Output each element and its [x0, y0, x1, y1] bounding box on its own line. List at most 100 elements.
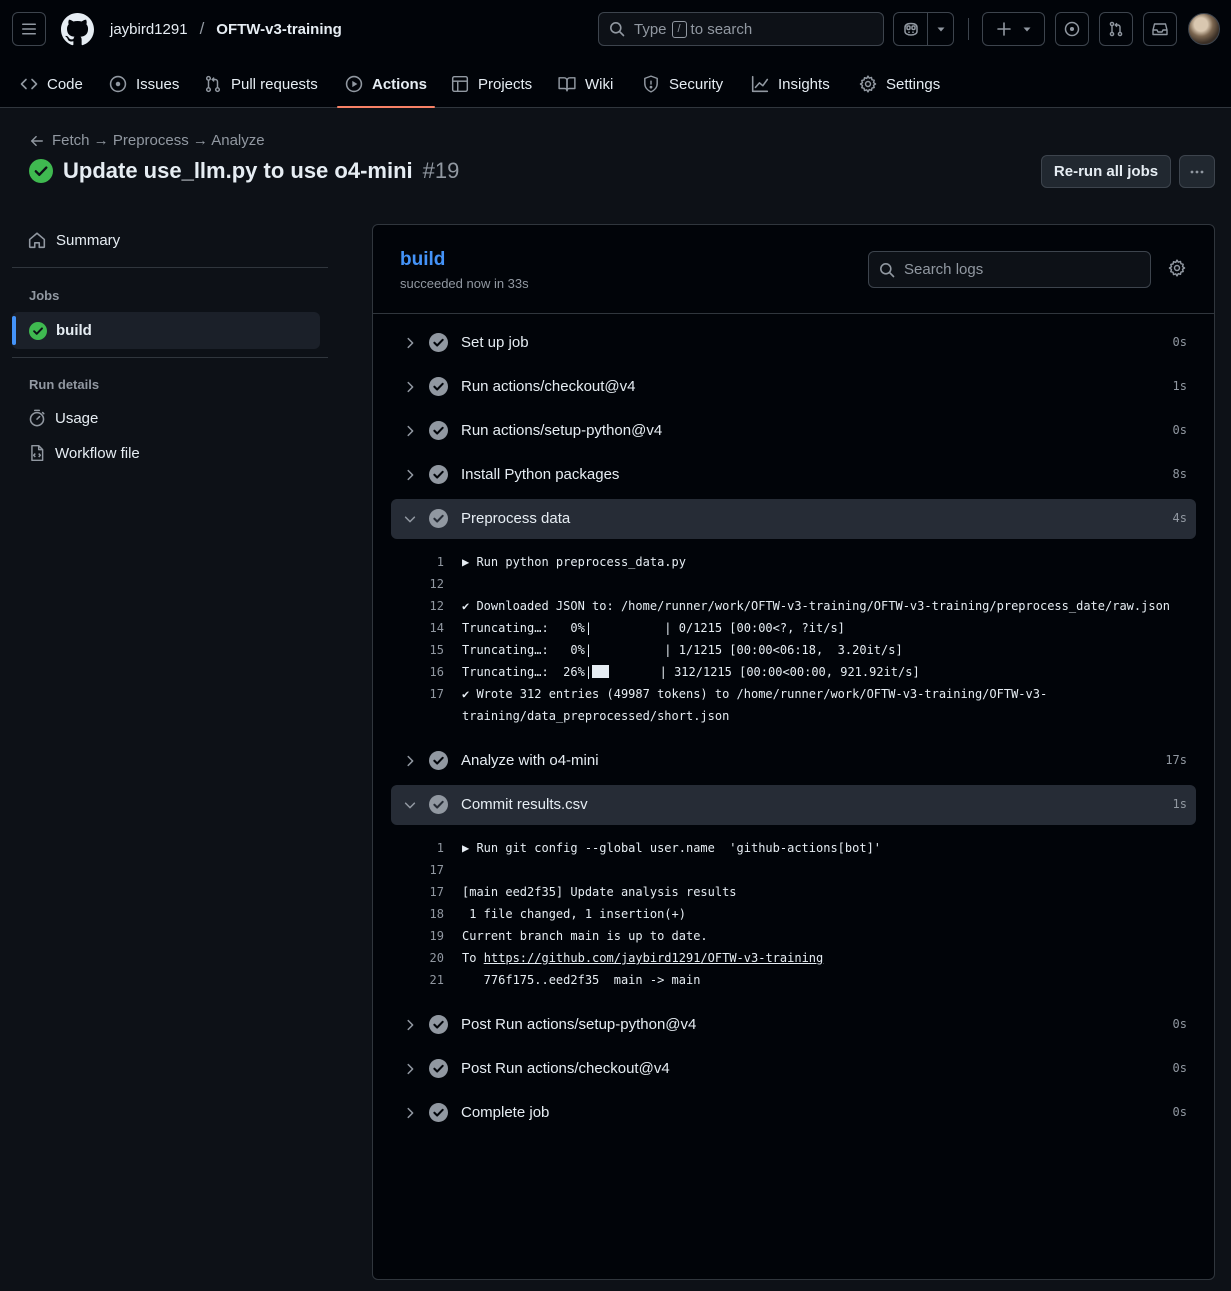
log-text: Truncating…: 0%| | 1/1215 [00:00<06:18, … — [462, 643, 903, 657]
search-icon — [610, 22, 625, 37]
run-details-heading: Run details — [29, 377, 100, 392]
tab-actions[interactable]: Actions — [337, 60, 436, 108]
workflow-back-link[interactable]: Fetch → Preprocess → Analyze — [30, 132, 265, 149]
tab-wiki[interactable]: Wiki — [550, 60, 621, 108]
step-duration: 0s — [1172, 1061, 1187, 1075]
log-settings-button[interactable] — [1168, 259, 1186, 277]
step-label: Analyze with o4-mini — [461, 752, 599, 769]
log-line[interactable]: 1 ▶ Run git config --global user.name 'gi… — [391, 837, 1196, 859]
step-label: Install Python packages — [461, 466, 620, 483]
search-logs-input[interactable]: Search logs — [868, 251, 1151, 288]
log-line: 15 Truncating…: 0%| | 1/1215 [00:00<06:18… — [391, 639, 1196, 661]
tab-code[interactable]: Code — [12, 60, 91, 108]
rerun-all-jobs-button[interactable]: Re-run all jobs — [1041, 155, 1171, 188]
repo-owner-link[interactable]: jaybird1291 — [110, 21, 188, 38]
line-number: 17 — [429, 687, 444, 701]
line-number: 12 — [429, 577, 444, 591]
gear-icon — [859, 75, 877, 93]
copilot-button[interactable] — [894, 13, 929, 45]
chevron-right-icon — [407, 1019, 414, 1031]
tab-issues[interactable]: Issues — [101, 60, 187, 108]
global-search[interactable]: Type / to search — [598, 12, 884, 46]
tab-projects[interactable]: Projects — [443, 60, 540, 108]
sidebar-summary-link[interactable]: Summary — [28, 231, 120, 249]
log-line: training/data_preprocessed/short.json — [391, 705, 1196, 727]
copilot-dropdown-button[interactable] — [928, 13, 953, 45]
log-line: 12 — [391, 573, 1196, 595]
search-prefix: Type — [634, 20, 667, 38]
step-complete-job[interactable]: Complete job 0s — [391, 1093, 1196, 1133]
step-duration: 0s — [1172, 423, 1187, 437]
repo-nav-tabs: Code Issues Pull requests Actions Projec… — [0, 60, 1231, 108]
chevron-right-icon — [407, 1107, 414, 1119]
sidebar-divider — [12, 357, 328, 358]
menu-button[interactable] — [12, 12, 46, 46]
tab-pull-requests[interactable]: Pull requests — [196, 60, 326, 108]
chevron-right-icon — [407, 755, 414, 767]
chevron-right-icon — [407, 381, 414, 393]
issue-opened-icon — [109, 75, 127, 93]
create-new-button[interactable] — [982, 12, 1045, 46]
log-text: Current branch main is up to date. — [462, 929, 708, 943]
search-shortcut-key: / — [671, 20, 687, 38]
user-avatar[interactable] — [1188, 13, 1220, 45]
path-separator: / — [199, 19, 205, 38]
file-code-icon — [31, 444, 44, 462]
line-number: 17 — [429, 863, 444, 877]
log-text: ✔ Downloaded JSON to: /home/runner/work/… — [462, 599, 1171, 613]
your-pull-requests-button[interactable] — [1099, 12, 1133, 46]
your-issues-button[interactable] — [1055, 12, 1089, 46]
check-circle-fill-icon — [429, 333, 448, 352]
plus-icon — [996, 22, 1011, 36]
log-line: 18 1 file changed, 1 insertion(+) — [391, 903, 1196, 925]
chevron-down-icon — [404, 516, 416, 523]
step-duration: 8s — [1172, 467, 1187, 481]
github-logo-icon[interactable] — [61, 13, 94, 46]
log-line: 19 Current branch main is up to date. — [391, 925, 1196, 947]
stopwatch-icon — [29, 409, 45, 427]
step-commit-results[interactable]: Commit results.csv 1s — [391, 785, 1196, 825]
search-suffix: to search — [690, 20, 753, 38]
repo-name-link[interactable]: OFTW-v3-training — [216, 21, 342, 38]
log-text: training/data_preprocessed/short.json — [462, 709, 730, 723]
table-icon — [451, 75, 469, 93]
line-number: 18 — [429, 907, 444, 921]
step-setup-python[interactable]: Run actions/setup-python@v4 0s — [391, 411, 1196, 451]
step-duration: 1s — [1172, 379, 1187, 393]
hamburger-icon — [22, 23, 36, 35]
step-checkout[interactable]: Run actions/checkout@v4 1s — [391, 367, 1196, 407]
workflow-name: Fetch → Preprocess → Analyze — [52, 132, 265, 149]
tab-insights[interactable]: Insights — [743, 60, 838, 108]
step-install-packages[interactable]: Install Python packages 8s — [391, 455, 1196, 495]
step-duration: 0s — [1172, 1017, 1187, 1031]
log-line: 21 776f175..eed2f35 main -> main — [391, 969, 1196, 991]
git-pull-request-icon — [1109, 21, 1123, 37]
sidebar-divider — [12, 267, 328, 268]
check-circle-fill-icon — [429, 377, 448, 396]
step-post-setup-python[interactable]: Post Run actions/setup-python@v4 0s — [391, 1005, 1196, 1045]
sidebar-usage-link[interactable]: Usage — [28, 409, 98, 427]
header-divider — [968, 18, 969, 40]
tab-security[interactable]: Security — [634, 60, 731, 108]
job-header: build succeeded now in 33s Search logs — [373, 225, 1214, 314]
sidebar-job-label: build — [56, 322, 92, 339]
graph-icon — [751, 75, 769, 93]
step-label: Commit results.csv — [461, 796, 588, 813]
kebab-horizontal-icon — [1190, 170, 1204, 173]
code-icon — [20, 78, 38, 90]
repo-url-link[interactable]: https://github.com/jaybird1291/OFTW-v3-t… — [484, 951, 824, 965]
sidebar-job-build[interactable]: build — [12, 312, 320, 349]
log-line: 17 [main eed2f35] Update analysis results — [391, 881, 1196, 903]
log-line[interactable]: 1 ▶ Run python preprocess_data.py — [391, 551, 1196, 573]
line-number: 14 — [429, 621, 444, 635]
step-preprocess-data[interactable]: Preprocess data 4s — [391, 499, 1196, 539]
sidebar-workflow-file-link[interactable]: Workflow file — [28, 444, 140, 462]
step-set-up-job[interactable]: Set up job 0s — [391, 323, 1196, 363]
log-text-prefix: To — [462, 951, 484, 965]
step-post-checkout[interactable]: Post Run actions/checkout@v4 0s — [391, 1049, 1196, 1089]
notifications-button[interactable] — [1143, 12, 1177, 46]
step-analyze[interactable]: Analyze with o4-mini 17s — [391, 741, 1196, 781]
more-options-button[interactable] — [1179, 155, 1215, 188]
tab-label: Projects — [478, 75, 533, 93]
tab-settings[interactable]: Settings — [851, 60, 948, 108]
